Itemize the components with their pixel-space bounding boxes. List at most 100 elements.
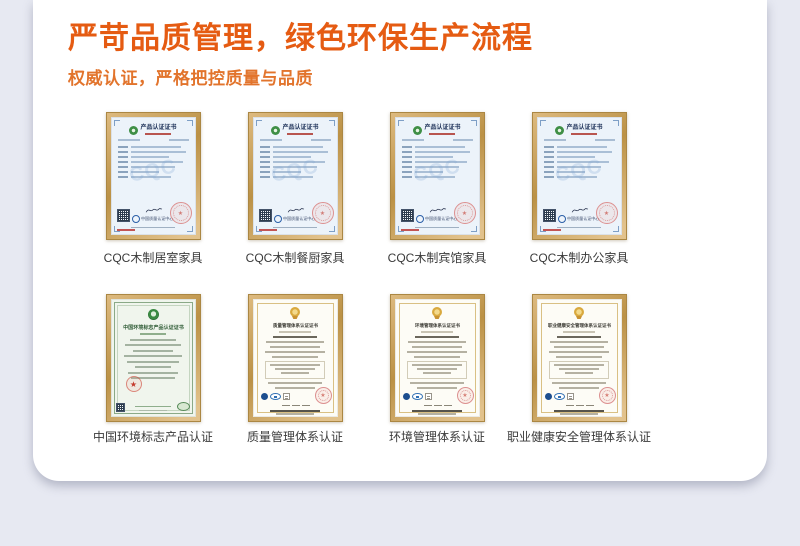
cert-doc-title: 质量管理体系认证证书 bbox=[258, 322, 333, 328]
company-name-line bbox=[557, 336, 601, 339]
text-line bbox=[270, 364, 320, 366]
issuer-name: 中国质量认证中心 bbox=[425, 216, 457, 221]
qr-code-icon bbox=[117, 209, 130, 222]
cnas-logo-icon bbox=[554, 393, 565, 400]
text-line bbox=[260, 146, 331, 148]
certificate-image-iso-quality: 质量管理体系认证证书 bbox=[248, 294, 343, 422]
text-line bbox=[281, 372, 309, 374]
text-line bbox=[268, 382, 322, 384]
text-line bbox=[135, 366, 171, 368]
signature-line bbox=[566, 405, 594, 407]
page-title: 严苛品质管理，绿色环保生产流程 bbox=[68, 22, 767, 55]
cert-header: 产品认证证书 bbox=[538, 125, 621, 135]
text-line bbox=[125, 344, 181, 346]
text-line bbox=[544, 156, 615, 158]
cert-number-line bbox=[402, 139, 473, 141]
footer-line bbox=[560, 413, 598, 415]
signature-icon bbox=[287, 207, 305, 214]
signature-line bbox=[282, 405, 310, 407]
footer-red-line bbox=[543, 229, 561, 231]
text-line bbox=[554, 346, 604, 348]
text-line bbox=[550, 341, 608, 343]
red-star-seal-icon bbox=[126, 376, 142, 392]
text-line bbox=[402, 156, 473, 158]
cert-doc-title: 产品认证证书 bbox=[566, 125, 602, 131]
text-line bbox=[118, 151, 189, 153]
cert-caption: CQC木制办公家具 bbox=[530, 249, 629, 266]
cert-column-cqc-office: 产品认证证书 CQC bbox=[508, 112, 650, 266]
text-line bbox=[407, 351, 467, 353]
red-seal-icon bbox=[315, 387, 332, 404]
footer-gray-line bbox=[557, 227, 601, 229]
qr-code-icon bbox=[543, 209, 556, 222]
iaf-logo-icon bbox=[261, 393, 268, 400]
text-line bbox=[556, 356, 602, 358]
text-line bbox=[410, 382, 464, 384]
text-line bbox=[133, 350, 173, 352]
certificate-image-iso-environment: 环境管理体系认证证书 bbox=[390, 294, 485, 422]
doc-subtitle-line bbox=[287, 133, 313, 135]
footer-line bbox=[270, 410, 320, 412]
cert-doc-title: 产品认证证书 bbox=[140, 125, 176, 131]
cert-doc-title: 职业健康安全管理体系认证证书 bbox=[542, 322, 617, 328]
footer-line bbox=[554, 410, 604, 412]
doc-subtitle-line bbox=[571, 133, 597, 135]
cnas-logo-icon bbox=[412, 393, 423, 400]
text-line bbox=[408, 341, 466, 343]
text-line bbox=[417, 368, 457, 370]
text-line bbox=[423, 372, 451, 374]
cert-number-line bbox=[260, 139, 331, 141]
footer-line bbox=[412, 410, 462, 412]
certificate-image-cqc-office: 产品认证证书 CQC bbox=[532, 112, 627, 240]
cqc-logo-icon bbox=[558, 215, 566, 223]
text-line bbox=[260, 156, 331, 158]
signature-icon bbox=[571, 207, 589, 214]
red-seal-icon bbox=[599, 387, 616, 404]
cert-caption: CQC木制宾馆家具 bbox=[388, 249, 487, 266]
text-line bbox=[130, 339, 176, 341]
text-line bbox=[412, 346, 462, 348]
cert-caption: 环境管理体系认证 bbox=[389, 428, 485, 445]
text-line bbox=[124, 355, 182, 357]
certificate-image-iso-ohs: 职业健康安全管理体系认证证书 bbox=[532, 294, 627, 422]
footer-red-line bbox=[259, 229, 277, 231]
text-line bbox=[559, 368, 599, 370]
text-line bbox=[265, 351, 325, 353]
cert-header: 产品认证证书 bbox=[396, 125, 479, 135]
text-line bbox=[544, 151, 615, 153]
signature-icon bbox=[145, 207, 163, 214]
footer-gray-line bbox=[415, 227, 459, 229]
cqc-green-emblem-icon bbox=[271, 126, 280, 135]
footer-line bbox=[276, 413, 314, 415]
doc-subtitle-line bbox=[279, 331, 311, 333]
text-line bbox=[128, 372, 178, 374]
text-line bbox=[260, 151, 331, 153]
certificate-paper: 职业健康安全管理体系认证证书 bbox=[537, 299, 622, 417]
iaf-logo-icon bbox=[403, 393, 410, 400]
cert-column-env-label: 中国环境标志产品认证证书 bbox=[82, 294, 224, 445]
certificate-paper: 环境管理体系认证证书 bbox=[395, 299, 480, 417]
cert-caption: 质量管理体系认证 bbox=[247, 428, 343, 445]
cert-caption: CQC木制餐厨家具 bbox=[246, 249, 345, 266]
certificate-image-cqc-dining: 产品认证证书 CQC bbox=[248, 112, 343, 240]
text-line bbox=[118, 156, 189, 158]
certificate-paper: 产品认证证书 CQC bbox=[111, 117, 196, 235]
text-line bbox=[554, 364, 604, 366]
cert-doc-title: 中国环境标志产品认证证书 bbox=[115, 323, 191, 330]
footer-line bbox=[418, 413, 456, 415]
qr-code-icon bbox=[401, 209, 414, 222]
accreditation-mark-icon bbox=[283, 393, 290, 400]
footer-red-line bbox=[117, 229, 135, 231]
text-line bbox=[275, 387, 315, 389]
text-line bbox=[272, 356, 318, 358]
issuer-name: 中国质量认证中心 bbox=[567, 216, 599, 221]
text-line bbox=[270, 346, 320, 348]
doc-subtitle-line bbox=[429, 133, 455, 135]
gold-medal-icon bbox=[432, 307, 442, 317]
gold-medal-icon bbox=[290, 307, 300, 317]
cert-number-line bbox=[118, 139, 189, 141]
red-seal-icon bbox=[454, 202, 476, 224]
cert-header: 产品认证证书 bbox=[254, 125, 337, 135]
content-card: 严苛品质管理，绿色环保生产流程 权威认证，严格把控质量与品质 产品认证证书 bbox=[33, 0, 767, 481]
cert-number-line bbox=[544, 139, 615, 141]
